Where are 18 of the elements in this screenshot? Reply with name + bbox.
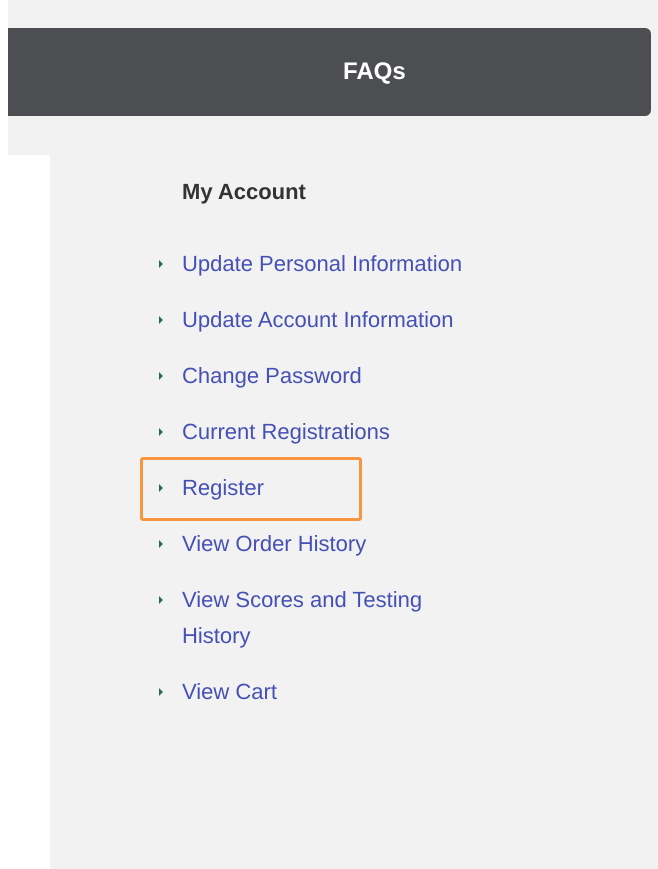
sidebar-link[interactable]: View Scores and Testing History: [182, 582, 492, 654]
bullet-icon: [159, 260, 163, 268]
sidebar-link[interactable]: Register: [182, 470, 264, 506]
sidebar-link[interactable]: Change Password: [182, 358, 362, 394]
sidebar-link[interactable]: View Cart: [182, 674, 277, 710]
bullet-icon: [159, 372, 163, 380]
bullet-icon: [159, 688, 163, 696]
faqs-tab[interactable]: FAQs: [343, 54, 406, 90]
bullet-icon: [159, 428, 163, 436]
sidebar-link[interactable]: View Order History: [182, 526, 366, 562]
bullet-icon: [159, 596, 163, 604]
bullet-icon: [159, 316, 163, 324]
sidebar-link[interactable]: Current Registrations: [182, 414, 390, 450]
sidebar-link[interactable]: Update Personal Information: [182, 246, 462, 282]
bullet-icon: [159, 484, 163, 492]
bullet-icon: [159, 540, 163, 548]
sidebar-link[interactable]: Update Account Information: [182, 302, 454, 338]
sidebar-heading: My Account: [182, 178, 307, 206]
